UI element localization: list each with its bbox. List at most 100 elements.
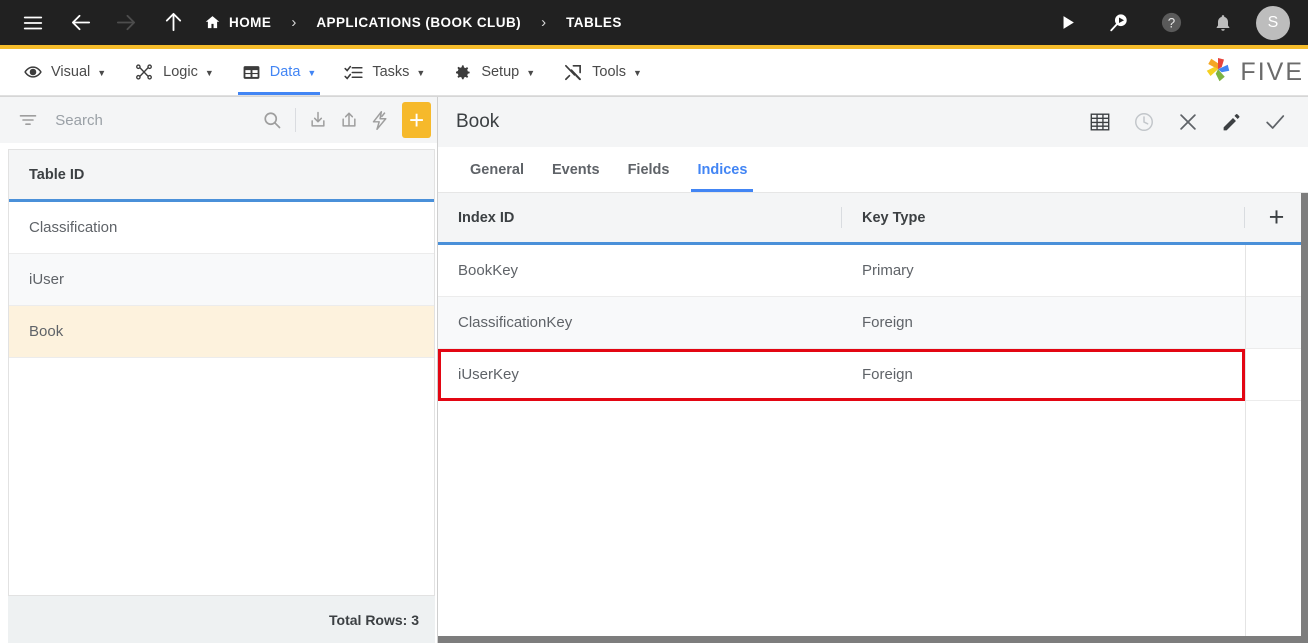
home-icon	[204, 14, 221, 31]
cell-actions	[1245, 349, 1308, 400]
tab-general[interactable]: General	[456, 147, 538, 192]
brand-logo: FIVE	[1203, 49, 1308, 95]
chevron-down-icon: ▼	[307, 67, 317, 78]
vertical-scrollbar[interactable]	[1301, 193, 1308, 643]
five-pinwheel-logo	[1203, 55, 1233, 90]
lightning-icon[interactable]	[367, 103, 394, 137]
chevron-down-icon: ▼	[97, 67, 107, 78]
application-window: HOME › APPLICATIONS (BOOK CLUB) › TABLES…	[0, 0, 1308, 643]
column-header-index-id[interactable]: Index ID	[438, 193, 842, 242]
back-arrow-icon[interactable]	[62, 4, 100, 42]
menu-label-data: Data	[269, 64, 301, 80]
add-column-cell[interactable]: +	[1245, 193, 1308, 242]
menubar-spacer	[656, 49, 1204, 95]
chevron-down-icon: ▼	[633, 67, 642, 78]
menu-label-logic: Logic	[163, 64, 198, 80]
tab-label: Events	[552, 161, 600, 178]
table-grid-icon[interactable]	[1089, 111, 1111, 133]
tab-fields[interactable]: Fields	[614, 147, 684, 192]
cell-key-type: Foreign	[862, 314, 913, 331]
cell-actions	[1245, 245, 1308, 296]
close-icon[interactable]	[1177, 111, 1199, 133]
tab-label: Indices	[697, 161, 748, 178]
search-input[interactable]	[45, 111, 255, 129]
top-navigation-bar: HOME › APPLICATIONS (BOOK CLUB) › TABLES…	[0, 0, 1308, 45]
history-clock-icon[interactable]	[1133, 111, 1155, 133]
horizontal-scrollbar[interactable]	[438, 636, 1301, 643]
tab-events[interactable]: Events	[538, 147, 614, 192]
chevron-down-icon: ▼	[526, 67, 536, 78]
confirm-check-icon[interactable]	[1264, 111, 1286, 133]
menu-item-visual[interactable]: Visual ▼	[10, 49, 120, 95]
detail-tabs: General Events Fields Indices	[438, 147, 1308, 193]
forward-arrow-icon[interactable]	[106, 4, 144, 42]
grid-column-divider	[1245, 245, 1246, 643]
table-row-book[interactable]: Book	[9, 306, 434, 358]
menu-label-tasks: Tasks	[372, 64, 410, 80]
breadcrumb-separator: ›	[541, 14, 547, 31]
run-icon[interactable]	[1048, 4, 1086, 42]
import-icon[interactable]	[304, 103, 331, 137]
breadcrumb-home-label: HOME	[229, 15, 272, 30]
add-index-button[interactable]: +	[1269, 204, 1285, 231]
cell-index-id: ClassificationKey	[458, 314, 573, 331]
breadcrumb-item-tables[interactable]: TABLES	[566, 15, 622, 30]
svg-text:?: ?	[1167, 15, 1174, 30]
search-run-icon[interactable]	[1100, 4, 1138, 42]
breadcrumb-tables-label: TABLES	[566, 15, 622, 30]
main-menu-bar: Visual ▼ Logic ▼ Data ▼ Tasks ▼ Setup ▼	[0, 49, 1308, 96]
logic-flow-icon	[134, 63, 154, 81]
topbar-actions: ? S	[1048, 4, 1294, 42]
tables-list-header: Table ID	[9, 150, 434, 202]
tables-sidebar: + Table ID Classification iUser Book Tot…	[0, 97, 438, 643]
add-table-button[interactable]: +	[402, 102, 431, 138]
column-header-key-type[interactable]: Key Type	[842, 193, 1245, 242]
user-avatar[interactable]: S	[1256, 5, 1290, 40]
sidebar-toolbar: +	[0, 97, 437, 143]
menu-label-tools: Tools	[592, 64, 626, 80]
notifications-bell-icon[interactable]	[1204, 4, 1242, 42]
table-row[interactable]: iUserKey Foreign	[438, 349, 1308, 401]
table-detail-panel: Book General Events Fields Indices Index…	[438, 97, 1308, 643]
cell-index-id: BookKey	[458, 262, 519, 279]
gear-icon	[453, 63, 472, 82]
column-header-label: Key Type	[862, 209, 926, 226]
panel-header: Book	[438, 97, 1308, 147]
toolbar-divider	[294, 108, 296, 132]
export-icon[interactable]	[336, 103, 363, 137]
tab-label: Fields	[627, 161, 670, 178]
table-row[interactable]: ClassificationKey Foreign	[438, 297, 1308, 349]
main-content: + Table ID Classification iUser Book Tot…	[0, 96, 1308, 643]
indices-grid-header: Index ID Key Type +	[438, 193, 1308, 245]
menu-item-setup[interactable]: Setup ▼	[439, 49, 549, 95]
tab-indices[interactable]: Indices	[683, 147, 761, 192]
menu-item-tools[interactable]: Tools ▼	[549, 49, 656, 95]
breadcrumb-separator: ›	[291, 14, 297, 31]
up-arrow-icon[interactable]	[154, 4, 192, 42]
menu-label-setup: Setup	[481, 64, 520, 80]
search-icon[interactable]	[258, 103, 285, 137]
tasks-list-icon	[344, 63, 363, 82]
hamburger-menu-icon[interactable]	[14, 4, 52, 42]
table-row-classification[interactable]: Classification	[9, 202, 434, 254]
menu-item-logic[interactable]: Logic ▼	[120, 49, 228, 95]
tables-list: Table ID Classification iUser Book	[8, 149, 435, 595]
menu-item-data[interactable]: Data ▼	[228, 49, 331, 95]
table-row[interactable]: BookKey Primary	[438, 245, 1308, 297]
breadcrumb-item-applications[interactable]: APPLICATIONS (BOOK CLUB)	[316, 15, 521, 30]
total-rows-status: Total Rows: 3	[8, 595, 435, 643]
indices-grid: Index ID Key Type + BookKey Primary Clas…	[438, 193, 1308, 643]
scrollbar-thumb[interactable]	[1301, 193, 1308, 643]
table-row-iuser[interactable]: iUser	[9, 254, 434, 306]
table-row-label: iUser	[29, 271, 65, 288]
breadcrumb-item-home[interactable]: HOME	[204, 14, 271, 31]
tables-list-rows: Classification iUser Book	[9, 202, 434, 595]
tab-label: General	[470, 161, 524, 178]
eye-icon	[24, 63, 42, 81]
tools-icon	[563, 63, 583, 82]
help-icon[interactable]: ?	[1152, 4, 1190, 42]
edit-pencil-icon[interactable]	[1221, 112, 1242, 133]
filter-icon[interactable]	[14, 103, 41, 137]
menu-item-tasks[interactable]: Tasks ▼	[330, 49, 439, 95]
chevron-down-icon: ▼	[204, 67, 214, 78]
